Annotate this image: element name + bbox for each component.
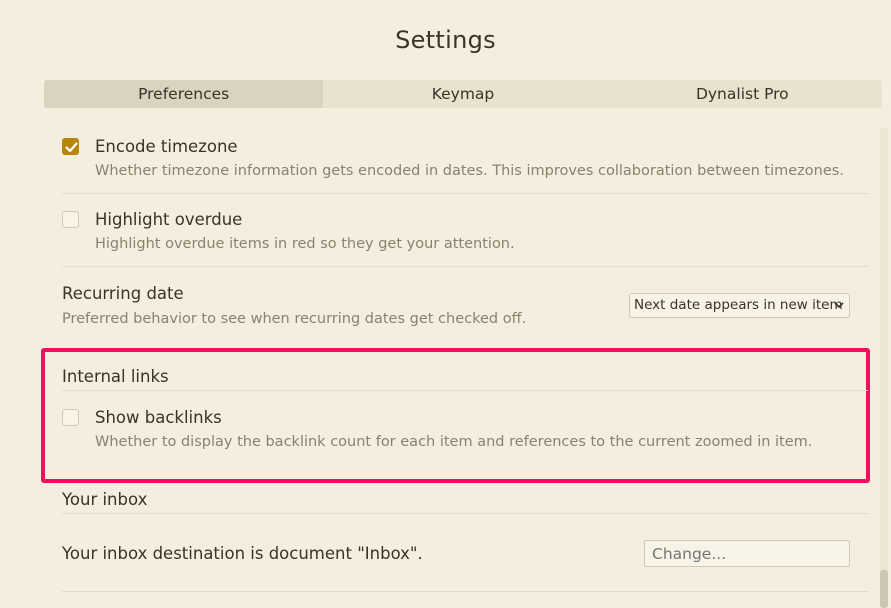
recurring-date-selected-value: Next date appears in new item [634, 297, 843, 313]
divider [62, 390, 868, 391]
settings-tabs: Preferences Keymap Dynalist Pro [44, 80, 882, 108]
inbox-destination-text: Your inbox destination is document "Inbo… [62, 544, 423, 563]
tab-preferences[interactable]: Preferences [44, 80, 324, 108]
recurring-date-description: Preferred behavior to see when recurring… [62, 311, 527, 327]
dialog-title: Settings [395, 26, 496, 54]
divider [62, 266, 868, 267]
tab-keymap[interactable]: Keymap [323, 80, 602, 108]
highlight-overdue-label: Highlight overdue [95, 210, 243, 229]
recurring-date-select[interactable]: Next date appears in new item [629, 293, 850, 318]
tab-dynalist-pro[interactable]: Dynalist Pro [603, 80, 882, 108]
checkmark-icon [65, 142, 78, 153]
divider [62, 591, 868, 592]
show-backlinks-label: Show backlinks [95, 408, 222, 427]
divider [62, 193, 868, 194]
encode-timezone-label: Encode timezone [95, 137, 238, 156]
highlight-overdue-checkbox[interactable] [62, 211, 79, 228]
highlight-overdue-description: Highlight overdue items in red so they g… [95, 236, 515, 252]
change-inbox-input[interactable] [644, 540, 850, 567]
encode-timezone-checkbox[interactable] [62, 138, 79, 155]
show-backlinks-checkbox[interactable] [62, 409, 79, 426]
chevron-down-icon [834, 302, 844, 309]
divider [62, 513, 868, 514]
internal-links-section-title: Internal links [62, 367, 169, 386]
recurring-date-label: Recurring date [62, 284, 184, 303]
show-backlinks-description: Whether to display the backlink count fo… [95, 434, 813, 450]
your-inbox-section-title: Your inbox [62, 490, 148, 509]
scrollbar-track[interactable] [880, 128, 888, 608]
scrollbar-thumb[interactable] [880, 570, 888, 608]
encode-timezone-description: Whether timezone information gets encode… [95, 163, 844, 179]
